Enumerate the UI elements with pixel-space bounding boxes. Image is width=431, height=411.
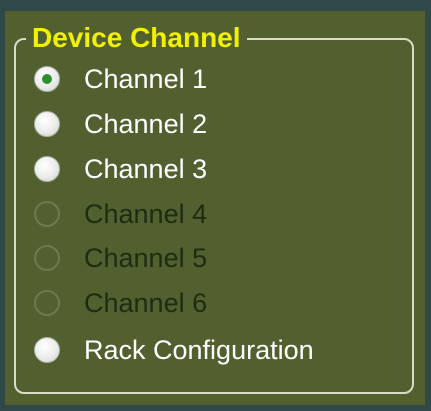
radio-selected-icon[interactable]: [34, 66, 60, 92]
radio-option-channel-1[interactable]: Channel 1: [34, 59, 207, 99]
radio-label-channel-2: Channel 2: [84, 109, 208, 139]
radio-disabled-icon: [34, 201, 60, 227]
radio-disabled-icon: [34, 290, 60, 316]
radio-label-channel-1: Channel 1: [84, 64, 208, 94]
radio-disabled-icon: [34, 245, 60, 271]
radio-label-rack-configuration: Rack Configuration: [84, 335, 314, 365]
radio-unselected-icon[interactable]: [34, 111, 60, 137]
radio-option-channel-4: Channel 4: [34, 194, 207, 234]
radio-option-channel-6: Channel 6: [34, 283, 207, 323]
device-channel-group-title: Device Channel: [26, 21, 247, 55]
radio-label-channel-5: Channel 5: [84, 243, 208, 273]
radio-option-rack-configuration[interactable]: Rack Configuration: [34, 330, 314, 370]
radio-label-channel-6: Channel 6: [84, 288, 208, 318]
radio-option-channel-3[interactable]: Channel 3: [34, 149, 207, 189]
radio-option-channel-5: Channel 5: [34, 238, 207, 278]
radio-dot-icon: [42, 74, 52, 84]
radio-unselected-icon[interactable]: [34, 156, 60, 182]
radio-option-channel-2[interactable]: Channel 2: [34, 104, 207, 144]
radio-label-channel-4: Channel 4: [84, 199, 208, 229]
radio-unselected-icon[interactable]: [34, 337, 60, 363]
radio-label-channel-3: Channel 3: [84, 154, 208, 184]
